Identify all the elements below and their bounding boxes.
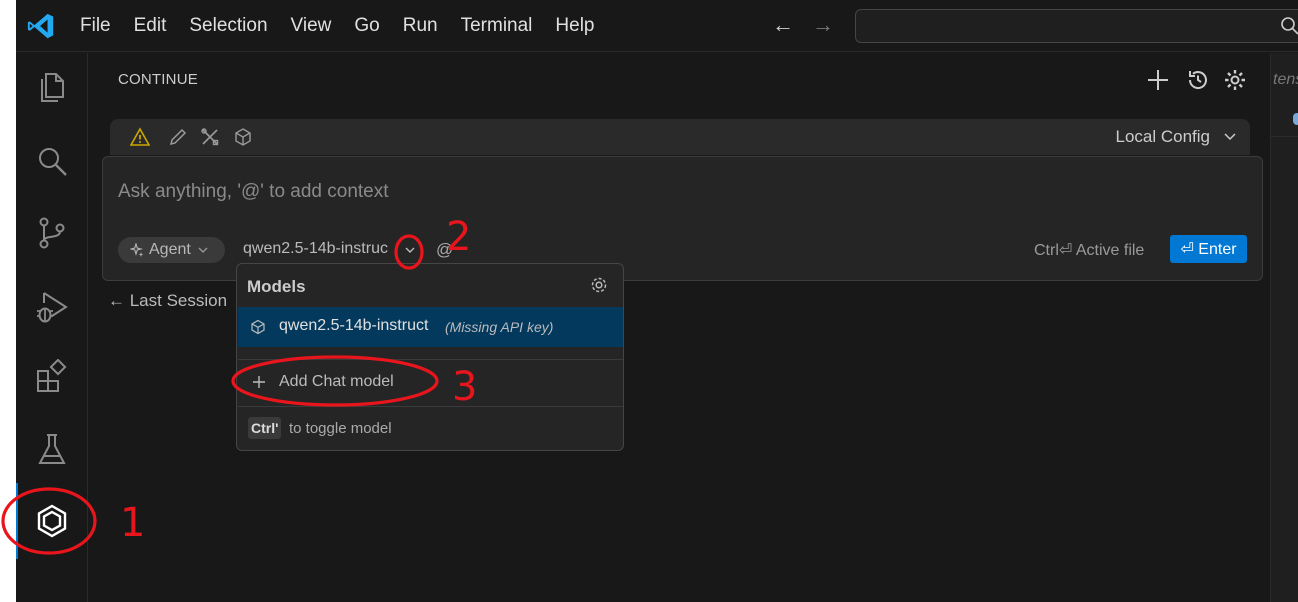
source-control-icon[interactable] xyxy=(34,215,70,251)
extensions-icon[interactable] xyxy=(34,359,70,395)
menu-bar: File Edit Selection View Go Run Terminal… xyxy=(80,0,618,52)
menu-selection[interactable]: Selection xyxy=(189,15,267,37)
pencil-icon[interactable] xyxy=(168,127,188,147)
enter-button[interactable]: ⏎ Enter xyxy=(1170,235,1247,263)
models-dropdown-title: Models xyxy=(247,277,306,296)
new-chat-plus-icon[interactable] xyxy=(1145,67,1171,93)
model-option-qwen[interactable]: qwen2.5-14b-instruct (Missing API key) xyxy=(238,307,623,347)
plus-icon[interactable] xyxy=(251,374,267,390)
settings-gear-icon[interactable] xyxy=(1222,67,1248,93)
menu-view[interactable]: View xyxy=(291,15,332,37)
cube-icon[interactable] xyxy=(233,127,253,147)
local-config-selector[interactable]: Local Config xyxy=(1115,127,1210,147)
model-option-label: qwen2.5-14b-instruct xyxy=(279,317,429,334)
model-chevron-down-icon[interactable] xyxy=(403,243,417,257)
chevron-down-icon[interactable] xyxy=(1222,128,1238,144)
tools-icon[interactable] xyxy=(200,127,220,147)
active-file-hint[interactable]: Ctrl⏎ Active file xyxy=(1034,240,1144,260)
sparkle-icon xyxy=(130,243,144,257)
menu-help[interactable]: Help xyxy=(555,15,594,37)
chat-input-placeholder[interactable]: Ask anything, '@' to add context xyxy=(118,181,389,203)
toggle-model-hint: to toggle model xyxy=(289,420,392,437)
title-bar: File Edit Selection View Go Run Terminal… xyxy=(16,0,1298,52)
chevron-down-icon xyxy=(198,247,208,253)
tab-indicator xyxy=(1293,113,1298,125)
shortcut-key-badge: Ctrl' xyxy=(248,417,282,439)
activity-bar xyxy=(16,53,88,602)
search-view-icon[interactable] xyxy=(34,143,70,179)
explorer-icon[interactable] xyxy=(34,69,70,105)
editor-tab-text: tens xyxy=(1273,71,1298,88)
add-context-at-button[interactable]: @ xyxy=(436,240,453,260)
editor-tab-strip xyxy=(1271,101,1298,137)
add-chat-model-button[interactable]: Add Chat model xyxy=(279,373,394,391)
command-center-search[interactable]: t xyxy=(855,9,1298,43)
model-selector[interactable]: qwen2.5-14b-instruc xyxy=(243,240,388,258)
menu-terminal[interactable]: Terminal xyxy=(461,15,533,37)
menu-edit[interactable]: Edit xyxy=(134,15,167,37)
divider xyxy=(238,406,623,407)
screen-edge xyxy=(0,0,16,602)
divider xyxy=(238,359,623,360)
menu-go[interactable]: Go xyxy=(354,15,379,37)
testing-flask-icon[interactable] xyxy=(34,431,70,467)
warning-icon[interactable] xyxy=(130,127,150,147)
search-icon xyxy=(1281,17,1298,35)
back-arrow-icon[interactable]: ← xyxy=(772,12,794,38)
menu-file[interactable]: File xyxy=(80,15,111,37)
models-dropdown: Models qwen2.5-14b-instruct (Missing API… xyxy=(236,263,624,451)
cube-icon xyxy=(251,319,265,335)
vscode-logo-icon xyxy=(27,13,54,39)
run-debug-icon[interactable] xyxy=(34,289,70,325)
last-session-link[interactable]: ← Last Session xyxy=(108,291,227,311)
history-icon[interactable] xyxy=(1185,67,1211,93)
panel-title: CONTINUE xyxy=(118,71,198,88)
forward-arrow-icon[interactable]: → xyxy=(812,12,834,38)
menu-run[interactable]: Run xyxy=(403,15,438,37)
mode-label: Agent xyxy=(149,241,191,258)
mode-selector-agent[interactable]: Agent xyxy=(118,237,225,263)
continue-extension-icon[interactable] xyxy=(34,503,70,539)
editor-area-edge: tens xyxy=(1270,53,1298,602)
missing-api-key-note: (Missing API key) xyxy=(445,319,554,335)
active-indicator xyxy=(16,483,18,559)
models-settings-gear-icon[interactable] xyxy=(589,275,609,295)
chat-toolbar: Local Config xyxy=(110,119,1250,155)
